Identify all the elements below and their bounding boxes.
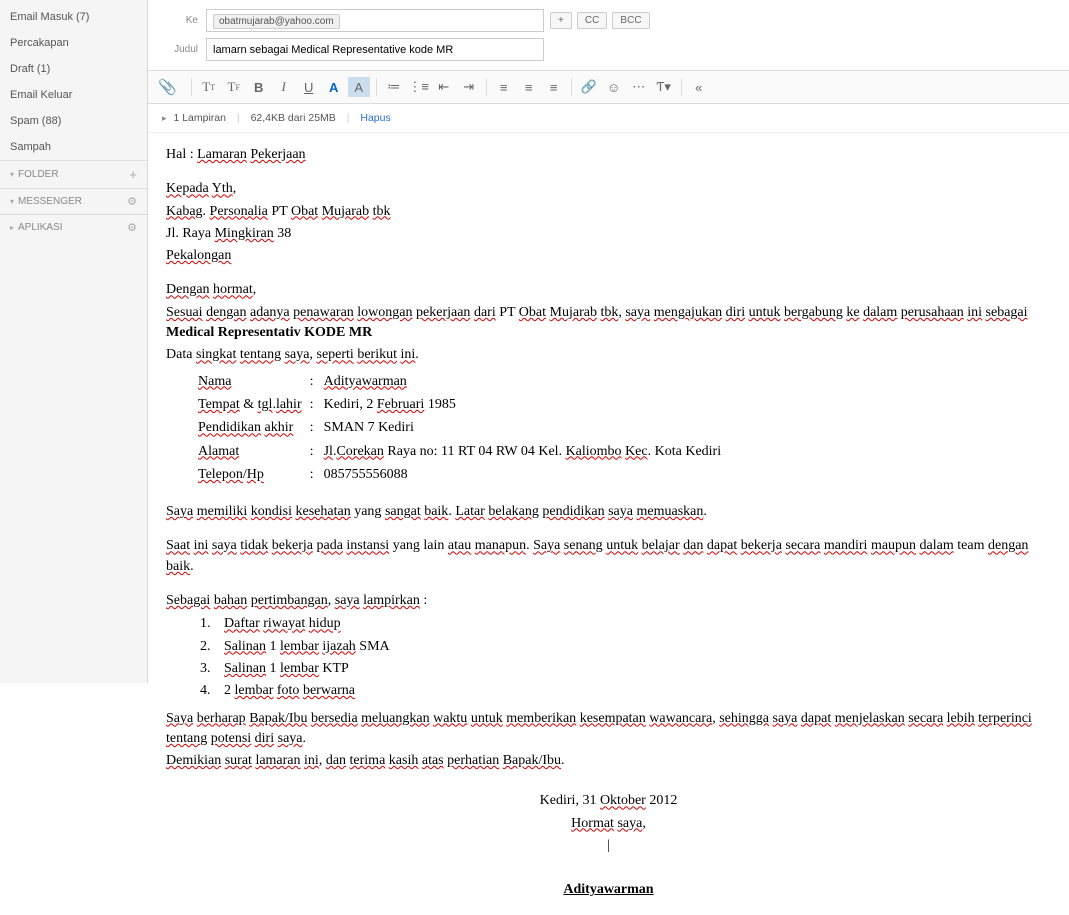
email-body[interactable]: Hal : Lamaran Pekerjaan Kepada Yth, Kaba… (148, 133, 1069, 915)
gear-icon[interactable]: ⚙ (127, 195, 137, 208)
bullet-list-button[interactable]: ≔ (383, 77, 405, 97)
main-area: Ke obatmujarab@yahoo.com + CC BCC Judul … (148, 0, 1069, 683)
align-left-button[interactable]: ≡ (493, 77, 515, 97)
subject-label: Judul (158, 44, 198, 55)
bold-button[interactable]: B (248, 77, 270, 97)
underline-button[interactable]: U (298, 77, 320, 97)
attachment-bar: ▸ 1 Lampiran | 62,4KB dari 25MB | Hapus (148, 104, 1069, 133)
signature-name: Adityawarman (166, 880, 1051, 900)
collapse-button[interactable]: « (688, 77, 710, 97)
outdent-button[interactable]: ⇤ (433, 77, 455, 97)
font-family-button[interactable]: TF (223, 77, 245, 97)
sidebar-section-messenger[interactable]: ▾MESSENGER ⚙ (0, 188, 147, 214)
sidebar-section-aplikasi[interactable]: ▸APLIKASI ⚙ (0, 214, 147, 240)
attachment-list: Daftar riwayat hidup Salinan 1 lembar ij… (214, 613, 1051, 702)
chevron-right-icon: ▸ (10, 223, 14, 232)
to-label: Ke (158, 15, 198, 26)
sidebar-section-folder[interactable]: ▾FOLDER + (0, 160, 147, 188)
chevron-down-icon: ▾ (10, 170, 14, 179)
sidebar-item-draft[interactable]: Draft (1) (0, 56, 147, 82)
format-button[interactable]: Ƭ▾ (653, 77, 675, 97)
bcc-button[interactable]: BCC (612, 12, 649, 29)
expand-icon[interactable]: ▸ (162, 113, 167, 123)
italic-button[interactable]: I (273, 77, 295, 97)
sidebar-item-spam[interactable]: Spam (88) (0, 108, 147, 134)
delete-attachment-link[interactable]: Hapus (360, 112, 390, 124)
paperclip-icon[interactable]: 📎 (158, 78, 177, 96)
more-button[interactable]: ⋯ (628, 77, 650, 97)
sidebar-item-sent[interactable]: Email Keluar (0, 82, 147, 108)
emoji-button[interactable]: ☺ (603, 77, 625, 97)
sidebar-item-conversation[interactable]: Percakapan (0, 30, 147, 56)
attachment-size: 62,4KB dari 25MB (251, 112, 336, 124)
sidebar: Email Masuk (7) Percakapan Draft (1) Ema… (0, 0, 148, 683)
number-list-button[interactable]: ⋮≡ (408, 77, 430, 97)
font-size-button[interactable]: TT (198, 77, 220, 97)
to-field[interactable]: obatmujarab@yahoo.com (206, 9, 544, 32)
add-recipient-button[interactable]: + (550, 12, 572, 29)
attachment-count: 1 Lampiran (173, 112, 226, 124)
sidebar-item-trash[interactable]: Sampah (0, 134, 147, 160)
applicant-info-table: Nama:Adityawarman Tempat & tgl.lahir:Ked… (196, 370, 729, 488)
highlight-button[interactable]: A (348, 77, 370, 97)
subject-input[interactable] (206, 38, 544, 61)
format-toolbar: 📎 TT TF B I U A A ≔ ⋮≡ ⇤ ⇥ ≡ ≡ ≡ 🔗 ☺ ⋯ Ƭ… (148, 70, 1069, 104)
sidebar-item-inbox[interactable]: Email Masuk (7) (0, 4, 147, 30)
align-center-button[interactable]: ≡ (518, 77, 540, 97)
gear-icon[interactable]: ⚙ (127, 221, 137, 234)
add-folder-icon[interactable]: + (129, 167, 137, 182)
cc-button[interactable]: CC (577, 12, 607, 29)
chevron-down-icon: ▾ (10, 197, 14, 206)
align-right-button[interactable]: ≡ (543, 77, 565, 97)
link-button[interactable]: 🔗 (578, 77, 600, 97)
indent-button[interactable]: ⇥ (458, 77, 480, 97)
text-color-button[interactable]: A (323, 77, 345, 97)
recipient-chip[interactable]: obatmujarab@yahoo.com (213, 14, 340, 29)
